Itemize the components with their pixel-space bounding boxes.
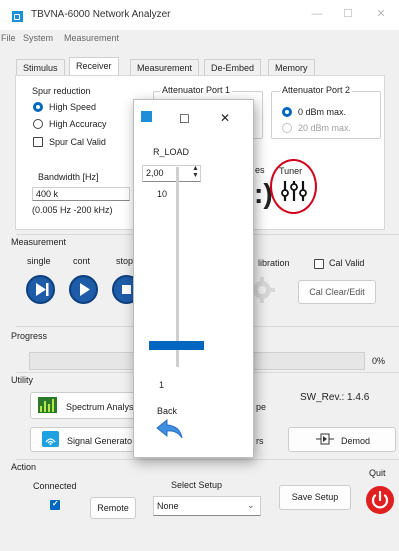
tab-receiver[interactable]: Receiver: [69, 57, 119, 76]
high-accuracy-label: High Accuracy: [49, 119, 107, 129]
port2-0dbm-radio[interactable]: [282, 107, 292, 117]
high-speed-label: High Speed: [49, 102, 97, 112]
connected-label: Connected: [33, 481, 77, 491]
menu-measurement[interactable]: Measurement: [64, 33, 119, 43]
remote-button[interactable]: Remote: [90, 497, 136, 519]
spectrum-icon: [38, 397, 57, 413]
spectrum-analyzer-label: Spectrum Analys: [66, 402, 134, 412]
dialog-maximize-button[interactable]: ☐: [179, 112, 190, 126]
calibration-label: libration: [258, 258, 290, 268]
select-setup-label: Select Setup: [171, 480, 223, 490]
bandwidth-range: (0.005 Hz -200 kHz): [32, 205, 113, 215]
progress-percent: 0%: [372, 356, 386, 366]
cal-valid-label: Cal Valid: [329, 258, 365, 268]
slider-min-label: 1: [159, 380, 165, 390]
tuner-sliders-icon[interactable]: [281, 180, 307, 204]
dialog-close-button[interactable]: ✕: [220, 111, 230, 125]
window-title: TBVNA-6000 Network Analyzer: [31, 9, 171, 20]
high-accuracy-radio[interactable]: [33, 119, 43, 129]
r-load-dialog[interactable]: ☐ ✕ R_LOAD 2,00 ▲ ▼ 10 1 Back: [133, 99, 254, 458]
minimize-button[interactable]: —: [306, 6, 328, 22]
setup-select[interactable]: None: [153, 496, 261, 516]
bandwidth-label: Bandwidth [Hz]: [38, 172, 99, 182]
maximize-button[interactable]: ☐: [337, 6, 359, 22]
port2-0dbm-label: 0 dBm max.: [298, 107, 347, 117]
r-load-slider-thumb[interactable]: [149, 341, 204, 350]
tab-memory[interactable]: Memory: [268, 59, 315, 76]
cont-label: cont: [73, 256, 91, 266]
save-setup-button[interactable]: Save Setup: [279, 485, 351, 510]
single-label: single: [27, 256, 51, 266]
single-button[interactable]: [26, 275, 55, 304]
stop-label: stop: [116, 256, 134, 266]
cal-valid-checkbox[interactable]: [314, 259, 324, 269]
spur-reduction-label: Spur reduction: [32, 86, 91, 96]
bandwidth-input[interactable]: 400 k: [32, 187, 130, 201]
attenuator-port2-label: Attenuator Port 2: [280, 85, 353, 95]
partial-label: es: [255, 165, 265, 175]
quit-label: Quit: [369, 468, 386, 478]
tab-stimulus[interactable]: Stimulus: [16, 59, 65, 76]
demod-label: Demod: [341, 436, 371, 446]
app-icon: [12, 11, 23, 22]
cont-button[interactable]: [69, 275, 98, 304]
chevron-down-icon: ⌄: [247, 500, 255, 510]
signal-generator-icon: [42, 431, 59, 447]
dialog-app-icon: [141, 111, 152, 122]
r-load-slider-track[interactable]: [176, 167, 179, 367]
port2-20dbm-radio[interactable]: [282, 123, 292, 133]
high-speed-radio[interactable]: [33, 102, 43, 112]
filters-partial-label: rs: [256, 436, 264, 446]
signal-generator-label: Signal Generato: [67, 436, 133, 446]
spur-cal-valid-label: Spur Cal Valid: [49, 137, 106, 147]
progress-label: Progress: [11, 331, 48, 341]
scope-partial-label: pe: [256, 402, 267, 412]
connected-checkbox[interactable]: [50, 499, 60, 510]
quit-power-button[interactable]: [365, 485, 395, 517]
back-arrow-icon[interactable]: [155, 418, 185, 444]
spin-arrows-icon[interactable]: ▲ ▼: [192, 165, 199, 179]
port2-20dbm-label: 20 dBm max.: [298, 123, 352, 133]
cal-clear-edit-button[interactable]: Cal Clear/Edit: [298, 280, 376, 304]
attenuator-port1-label: Attenuator Port 1: [160, 85, 233, 95]
tab-de-embed[interactable]: De-Embed: [204, 59, 262, 76]
dialog-title: R_LOAD: [153, 147, 190, 157]
slider-max-label: 10: [157, 189, 168, 199]
menu-file[interactable]: File: [1, 33, 16, 43]
spur-cal-valid-checkbox[interactable]: [33, 137, 43, 147]
back-label: Back: [157, 406, 178, 416]
menu-system[interactable]: System: [23, 33, 53, 43]
utility-label: Utility: [11, 375, 33, 385]
sw-rev-label: SW_Rev.: 1.4.6: [300, 392, 370, 403]
action-divider: [16, 459, 399, 460]
tuner-label: Tuner: [279, 166, 303, 176]
close-button[interactable]: ✕: [370, 6, 392, 22]
tab-measurement[interactable]: Measurement: [130, 59, 200, 76]
measurement-label: Measurement: [11, 237, 67, 247]
action-label: Action: [11, 462, 37, 472]
menu-bar: [0, 30, 399, 46]
demod-icon: [316, 433, 334, 447]
